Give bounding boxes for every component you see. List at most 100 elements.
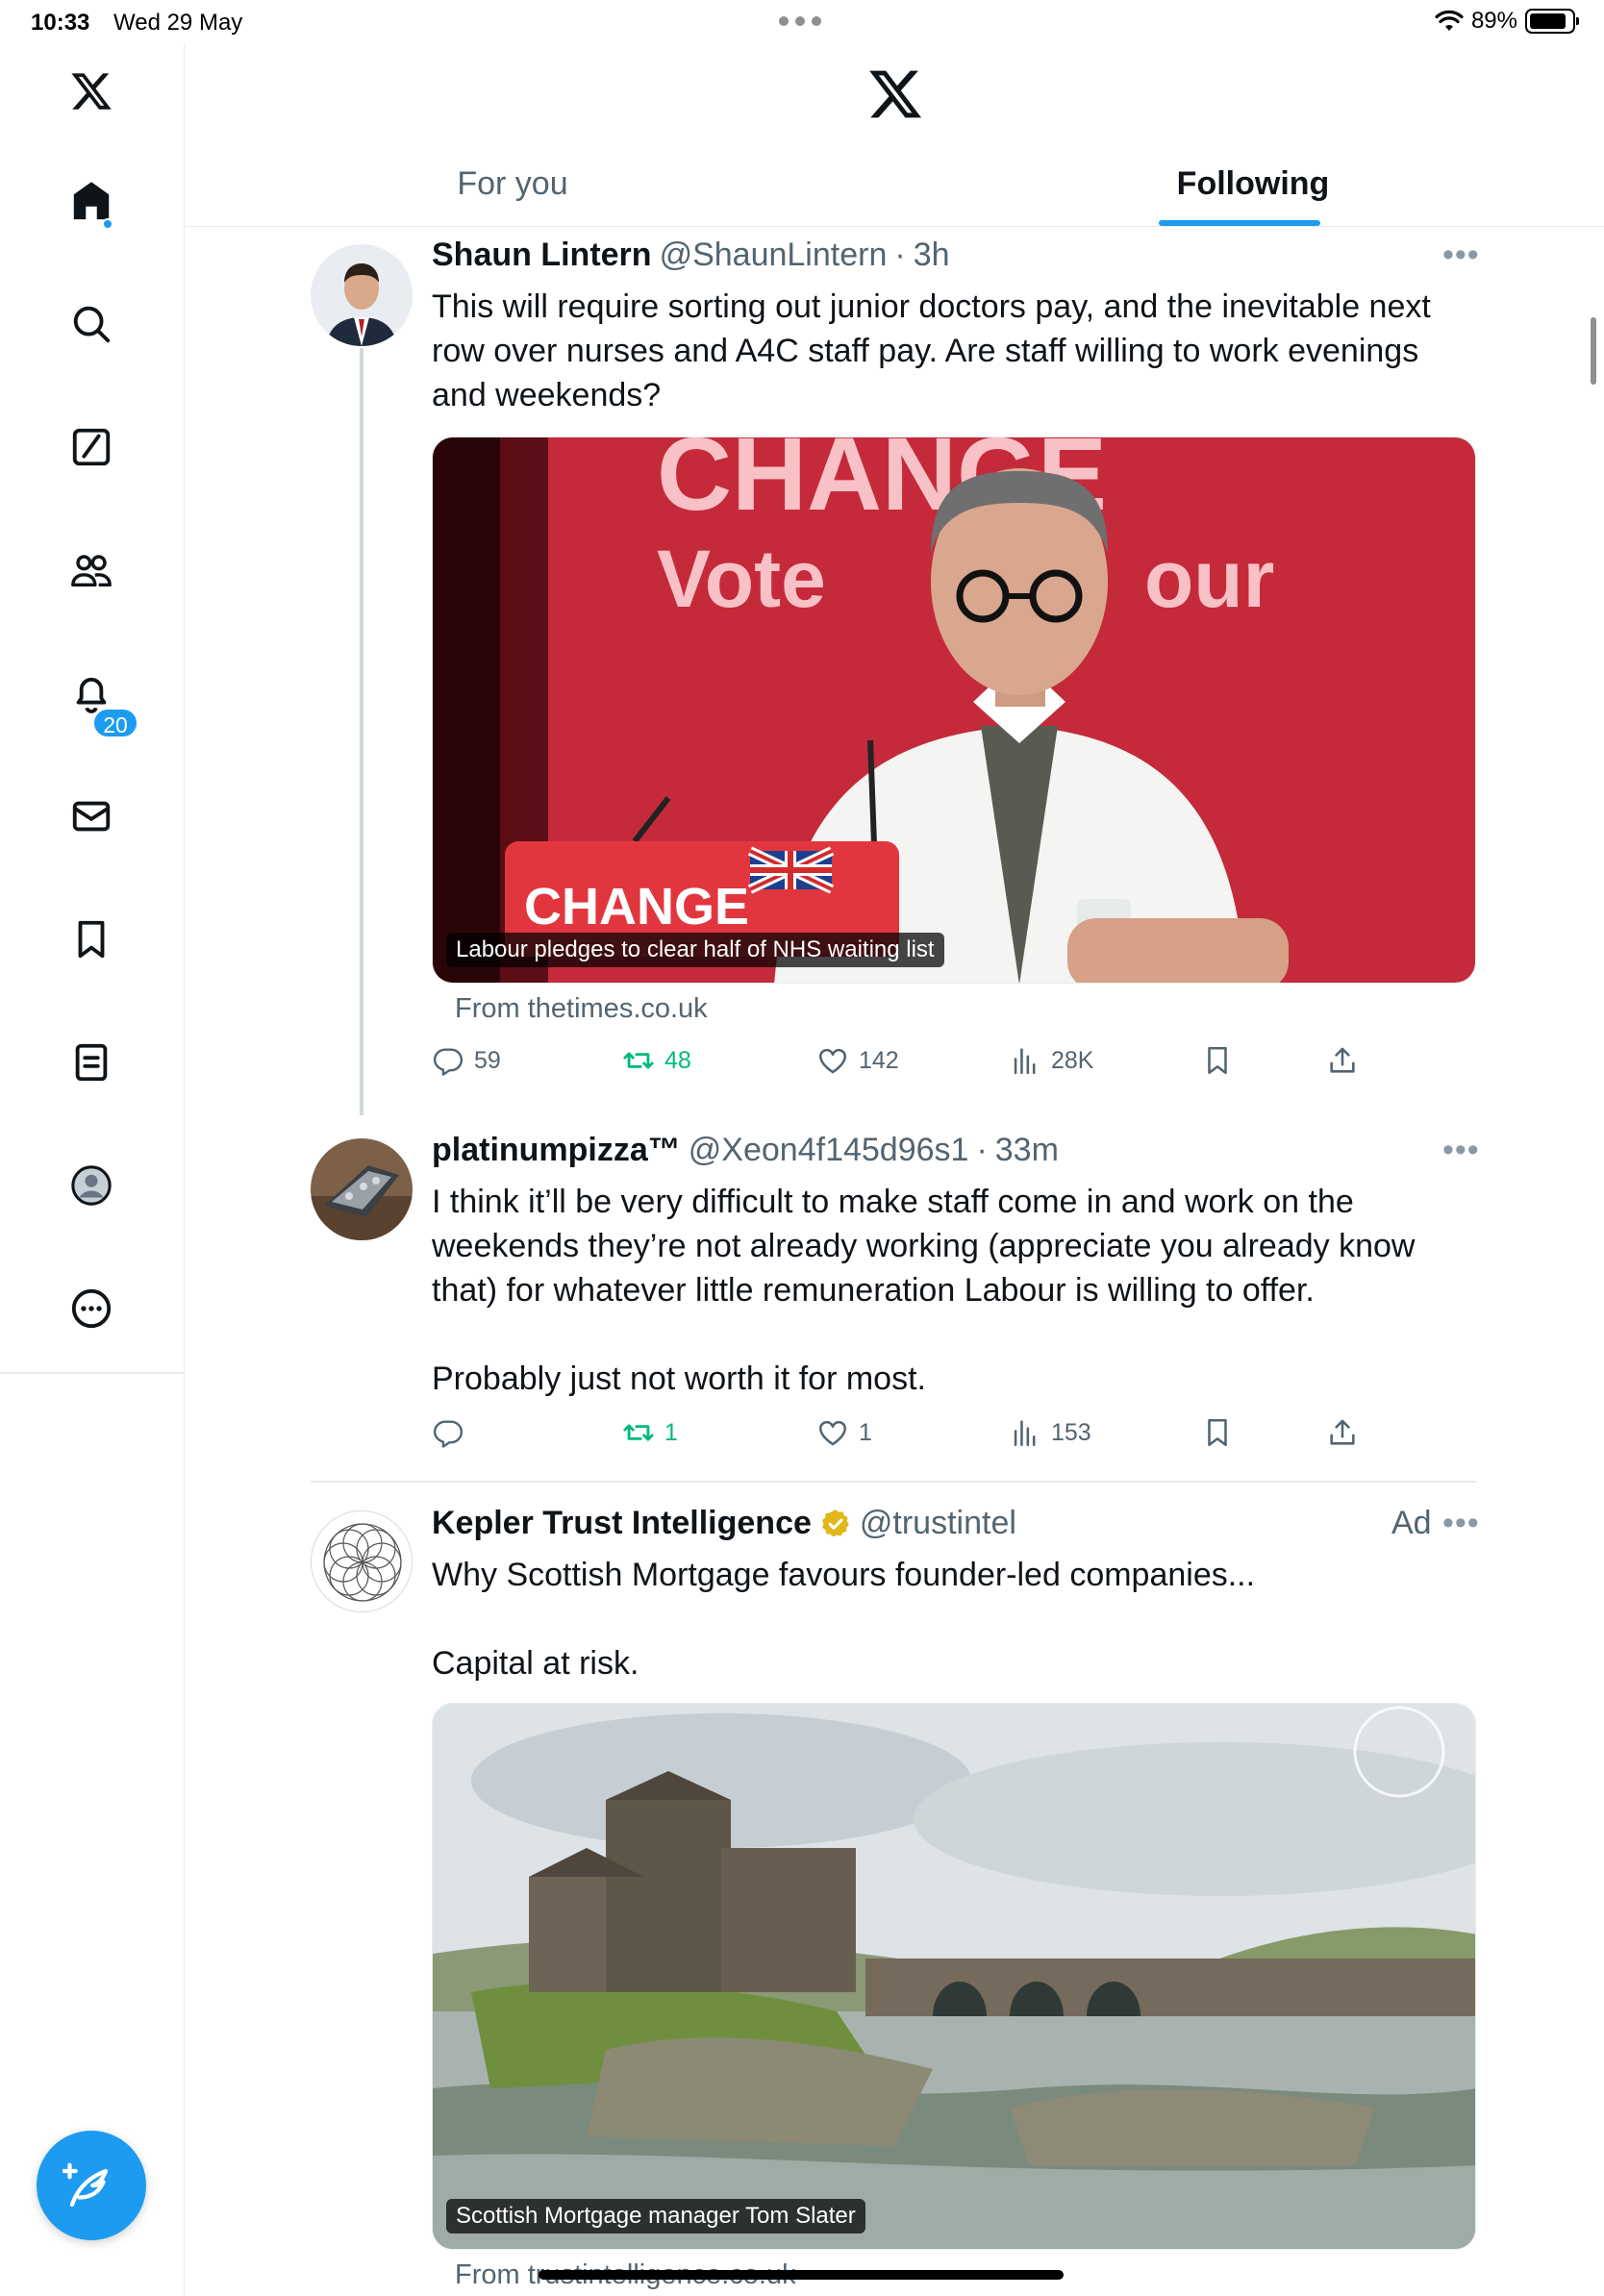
bookmark-icon	[1208, 1418, 1227, 1447]
home-unread-dot	[102, 218, 113, 230]
grok-icon[interactable]	[63, 419, 119, 475]
retweet-count: 1	[664, 1418, 678, 1446]
home-indicator[interactable]	[539, 2270, 1064, 2280]
backdrop-sign-vote: Vote	[657, 534, 826, 624]
views-button[interactable]: 153	[1009, 1416, 1091, 1449]
retweet-count: 48	[664, 1046, 691, 1074]
tweet-time[interactable]: 33m	[995, 1132, 1059, 1169]
tweet-time[interactable]: 3h	[914, 237, 950, 274]
timeline-tabs: For you Following	[186, 144, 1604, 227]
tweet-divider	[311, 1481, 1476, 1483]
notifications-badge: 20	[92, 708, 138, 738]
tweet-media[interactable]: CHANGE Vote our CHANGE Labour pledges to…	[432, 437, 1476, 984]
tweet-header: platinumpizza™ @Xeon4f145d96s1 · 33m	[432, 1132, 1059, 1169]
tweet-header: Shaun Lintern @ShaunLintern · 3h	[432, 237, 950, 274]
share-button[interactable]	[1326, 1044, 1359, 1077]
backdrop-sign-party: our	[1144, 534, 1274, 624]
separator-dot: ·	[976, 1132, 988, 1168]
author-handle[interactable]: @ShaunLintern	[660, 237, 888, 274]
bookmark-icon[interactable]	[63, 911, 119, 967]
scroll-indicator[interactable]	[1591, 317, 1596, 385]
more-options-icon[interactable]: •••	[1442, 1505, 1480, 1542]
bookmark-icon	[1208, 1046, 1227, 1075]
retweet-button[interactable]: 1	[622, 1416, 678, 1449]
media-caption: Labour pledges to clear half of NHS wait…	[446, 933, 944, 967]
tweet-header: Kepler Trust Intelligence @trustintel	[432, 1505, 1016, 1542]
status-right: 89%	[1435, 8, 1579, 35]
separator-dot: ·	[894, 237, 906, 273]
reply-count: 59	[474, 1046, 501, 1074]
like-button[interactable]: 142	[816, 1044, 899, 1077]
views-chart-icon	[1014, 1420, 1036, 1447]
author-name[interactable]: Kepler Trust Intelligence	[432, 1505, 812, 1542]
reply-icon	[433, 1420, 464, 1448]
tweet-actions: 59 48 142 28K	[432, 1044, 1393, 1083]
link-source[interactable]: From thetimes.co.uk	[455, 993, 708, 1025]
media-image: CHANGE Vote our CHANGE	[433, 437, 1475, 983]
like-count: 142	[859, 1046, 899, 1074]
retweet-icon	[623, 1052, 654, 1069]
share-icon	[1330, 1419, 1355, 1445]
list-icon[interactable]	[63, 1035, 119, 1090]
podium-sign: CHANGE	[524, 878, 749, 936]
retweet-button[interactable]: 48	[622, 1044, 691, 1077]
like-count: 1	[859, 1418, 872, 1446]
author-name[interactable]: platinumpizza™	[432, 1132, 681, 1169]
tweet-text: I think it’ll be very difficult to make …	[432, 1184, 1416, 1397]
share-button[interactable]	[1326, 1416, 1359, 1449]
reply-icon	[433, 1048, 464, 1076]
battery-icon	[1525, 9, 1579, 34]
bookmark-button[interactable]	[1201, 1416, 1234, 1449]
views-chart-icon	[1014, 1048, 1036, 1075]
thread-line	[360, 348, 363, 1115]
wifi-icon	[1435, 10, 1464, 31]
view-count: 28K	[1051, 1046, 1094, 1074]
search-icon[interactable]	[63, 296, 119, 352]
tweet-actions: 1 1 153	[432, 1416, 1393, 1455]
author-handle[interactable]: @Xeon4f145d96s1	[689, 1132, 969, 1169]
tweet-text: This will require sorting out junior doc…	[432, 288, 1431, 413]
ad-label: Ad	[1391, 1505, 1432, 1541]
x-logo-icon[interactable]	[865, 65, 925, 123]
more-options-icon[interactable]: •••	[1442, 1132, 1480, 1169]
status-bar: 10:33 Wed 29 May 89%	[0, 0, 1604, 44]
media-caption: Scottish Mortgage manager Tom Slater	[446, 2199, 865, 2234]
tweet-text: Why Scottish Mortgage favours founder-le…	[432, 1557, 1256, 1682]
like-button[interactable]: 1	[816, 1416, 872, 1449]
mail-icon[interactable]	[63, 788, 119, 844]
retweet-icon	[623, 1424, 654, 1441]
media-image	[433, 1704, 1475, 2249]
status-time: 10:33	[31, 10, 90, 36]
battery-percent: 89%	[1470, 8, 1517, 34]
reply-button[interactable]	[432, 1416, 474, 1449]
more-circle-icon[interactable]	[63, 1281, 119, 1336]
multitasking-dots-icon[interactable]	[779, 16, 821, 26]
author-handle[interactable]: @trustintel	[860, 1505, 1016, 1542]
view-count: 153	[1051, 1418, 1091, 1446]
tab-following[interactable]: Following	[1157, 144, 1349, 227]
compose-feather-icon	[63, 2162, 109, 2208]
reply-button[interactable]: 59	[432, 1044, 501, 1077]
tab-for-you[interactable]: For you	[416, 144, 609, 227]
compose-button[interactable]	[37, 2131, 146, 2240]
more-options-icon[interactable]: •••	[1442, 237, 1480, 274]
verified-gold-badge-icon	[821, 1509, 849, 1536]
people-icon[interactable]	[63, 542, 119, 598]
tweet-media[interactable]: Scottish Mortgage manager Tom Slater	[432, 1703, 1476, 2250]
sidebar: 20	[0, 44, 185, 2296]
battery-level	[1530, 13, 1566, 29]
sidebar-divider	[0, 1372, 185, 1374]
avatar[interactable]	[311, 244, 413, 346]
heart-icon	[818, 1420, 847, 1446]
x-logo-icon[interactable]	[63, 63, 119, 119]
active-tab-indicator	[1159, 220, 1320, 226]
avatar[interactable]	[311, 1138, 413, 1240]
views-button[interactable]: 28K	[1009, 1044, 1093, 1077]
author-name[interactable]: Shaun Lintern	[432, 237, 652, 274]
status-date: Wed 29 May	[113, 10, 243, 36]
share-icon	[1330, 1047, 1355, 1073]
bookmark-button[interactable]	[1201, 1044, 1234, 1077]
heart-icon	[818, 1048, 847, 1074]
avatar[interactable]	[311, 1510, 413, 1612]
profile-icon[interactable]	[63, 1158, 119, 1213]
